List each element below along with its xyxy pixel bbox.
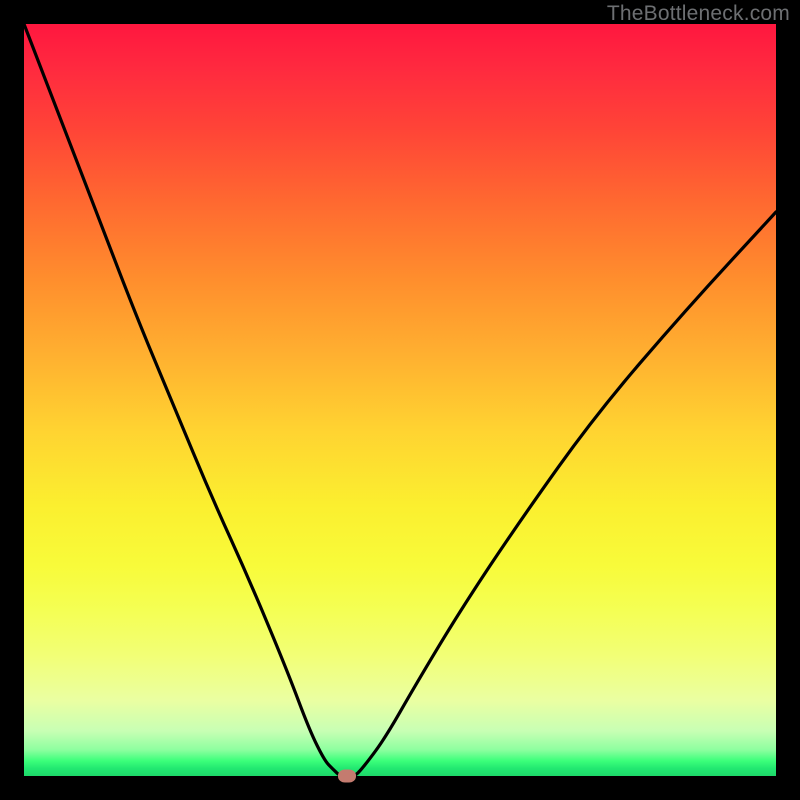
watermark-text: TheBottleneck.com xyxy=(607,2,790,26)
curve-path xyxy=(24,24,776,776)
optimum-marker xyxy=(338,770,356,783)
chart-frame: TheBottleneck.com xyxy=(0,0,800,800)
bottleneck-curve xyxy=(24,24,776,776)
plot-area xyxy=(24,24,776,776)
